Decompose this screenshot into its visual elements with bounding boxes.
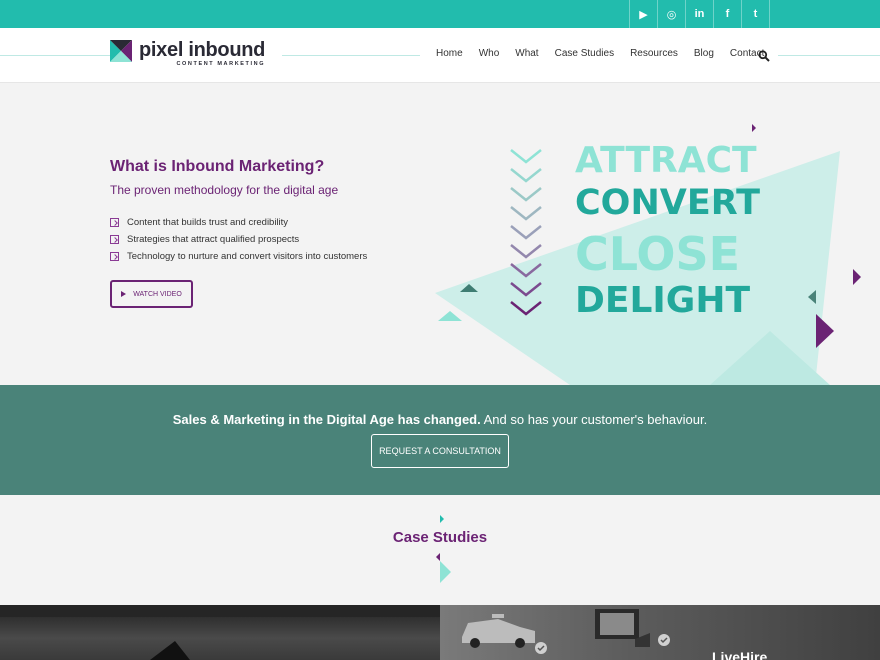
nav-item-home[interactable]: Home (436, 48, 463, 59)
chevron-right-icon (110, 235, 119, 244)
nav-item-resources[interactable]: Resources (630, 48, 678, 59)
linkedin-icon[interactable]: in (686, 0, 714, 28)
decorative-triangles (436, 515, 451, 583)
hero-bullet-list: Content that builds trust and credibilit… (110, 214, 367, 265)
band-message: Sales & Marketing in the Digital Age has… (0, 412, 880, 427)
top-social-bar: ▶ ◎ in f t (0, 0, 880, 28)
social-links: ▶ ◎ in f t (629, 0, 770, 28)
youtube-icon[interactable]: ▶ (630, 0, 658, 28)
header-divider-right (778, 55, 880, 56)
band-message-rest: And so has your customer's behaviour. (480, 412, 708, 427)
stage-close: CLOSE (575, 227, 741, 281)
logo-tagline: CONTENT MARKETING (176, 61, 266, 67)
play-icon (121, 291, 127, 297)
watch-video-button[interactable]: WATCH VIDEO (110, 280, 193, 308)
stage-convert: CONVERT (575, 183, 760, 223)
building-image (0, 605, 440, 660)
case-study-tiles: LiveHire (0, 605, 880, 660)
twitter-icon[interactable]: t (742, 0, 770, 28)
instagram-icon[interactable]: ◎ (658, 0, 686, 28)
logo-mark-icon (110, 40, 132, 62)
facebook-icon[interactable]: f (714, 0, 742, 28)
case-study-title-livehire: LiveHire (712, 649, 768, 660)
cta-band: Sales & Marketing in the Digital Age has… (0, 385, 880, 495)
taxi-illustration (462, 609, 670, 654)
nav-item-what[interactable]: What (515, 48, 538, 59)
logo-name: pixel inbound (139, 39, 266, 61)
request-consultation-button[interactable]: REQUEST A CONSULTATION (371, 434, 509, 468)
site-header: pixel inbound CONTENT MARKETING Home Who… (0, 28, 880, 83)
nav-item-blog[interactable]: Blog (694, 48, 714, 59)
hero-title: What is Inbound Marketing? (110, 158, 325, 175)
hero-section: What is Inbound Marketing? The proven me… (0, 83, 880, 385)
band-message-bold: Sales & Marketing in the Digital Age has… (172, 412, 481, 427)
list-item: Technology to nurture and convert visito… (110, 248, 367, 265)
inbound-stages: ATTRACT CONVERT CLOSE DELIGHT (575, 143, 760, 319)
case-study-tile-left[interactable] (0, 605, 440, 660)
nav-item-case-studies[interactable]: Case Studies (555, 48, 614, 59)
nav-item-who[interactable]: Who (479, 48, 500, 59)
case-studies-section: Case Studies (0, 495, 880, 605)
chevron-right-icon (110, 218, 119, 227)
list-item: Strategies that attract qualified prospe… (110, 231, 367, 248)
search-icon[interactable] (758, 50, 770, 62)
hero-subtitle: The proven methodology for the digital a… (110, 183, 339, 197)
case-studies-title: Case Studies (392, 529, 488, 546)
case-study-tile-livehire[interactable]: LiveHire (440, 605, 880, 660)
list-item: Content that builds trust and credibilit… (110, 214, 367, 231)
stage-attract: ATTRACT (575, 140, 757, 181)
stage-delight: DELIGHT (575, 280, 751, 321)
header-divider-middle (282, 55, 420, 56)
header-divider-left (0, 55, 110, 56)
site-logo[interactable]: pixel inbound CONTENT MARKETING (110, 40, 265, 67)
chevron-right-icon (110, 252, 119, 261)
main-nav: Home Who What Case Studies Resources Blo… (436, 48, 780, 59)
